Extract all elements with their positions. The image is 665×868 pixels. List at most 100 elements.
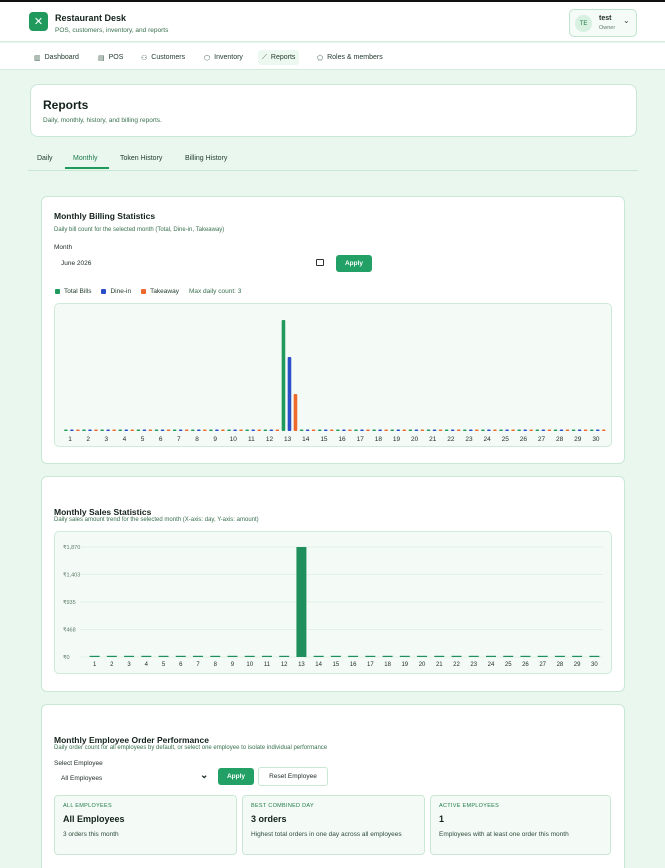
sales-bar bbox=[175, 655, 186, 657]
billing-bar bbox=[559, 429, 564, 431]
x-tick-label: 3 bbox=[127, 662, 131, 668]
x-tick-label: 16 bbox=[350, 662, 357, 668]
x-tick-label: 23 bbox=[465, 436, 473, 443]
billing-bar bbox=[76, 429, 80, 431]
tab-token-history[interactable]: Token History bbox=[120, 155, 162, 162]
employee-select[interactable]: All Employees ⌄ bbox=[55, 770, 213, 786]
x-tick-label: 20 bbox=[419, 662, 426, 668]
user-menu[interactable]: TE test Owner ⌄ bbox=[569, 9, 637, 37]
sales-bar bbox=[296, 547, 307, 657]
x-tick-label: 12 bbox=[266, 436, 274, 443]
legend-swatch bbox=[141, 288, 147, 294]
nav-customers[interactable]: ⚇ Customers bbox=[137, 50, 189, 65]
x-tick-label: 25 bbox=[502, 436, 510, 443]
tab-daily[interactable]: Daily bbox=[37, 155, 53, 162]
billing-bar bbox=[481, 429, 485, 431]
billing-bar bbox=[342, 429, 346, 431]
billing-bar bbox=[535, 429, 540, 431]
billing-bar bbox=[239, 429, 243, 431]
nav-label: Inventory bbox=[214, 54, 243, 61]
legend-label: Dine-in bbox=[110, 287, 132, 295]
billing-bar bbox=[450, 429, 455, 431]
utensils-icon[interactable]: ✕ bbox=[29, 12, 48, 31]
legend-item-takeaway: Takeaway bbox=[141, 288, 179, 295]
x-tick-label: 27 bbox=[539, 662, 546, 668]
sales-bar bbox=[399, 655, 410, 657]
billing-bar bbox=[553, 429, 558, 431]
x-tick-label: 19 bbox=[393, 436, 401, 443]
billing-bar bbox=[178, 429, 183, 431]
x-tick-label: 26 bbox=[520, 436, 528, 443]
billing-bar bbox=[293, 394, 298, 431]
billing-bar bbox=[263, 429, 268, 431]
billing-bar bbox=[227, 429, 231, 431]
employee-apply-button[interactable]: Apply bbox=[218, 768, 254, 785]
billing-bar bbox=[408, 429, 413, 431]
billing-chart: 1 2 3 4 5 6 7 8 9 10 11 12 13 14 15 16 17 18 19 20 21 22 23 24 2… bbox=[54, 303, 612, 447]
billing-bar bbox=[124, 429, 129, 431]
billing-bar bbox=[323, 429, 328, 431]
billing-bar bbox=[166, 429, 171, 431]
billing-bar bbox=[148, 429, 153, 431]
x-tick-label: 22 bbox=[453, 662, 460, 668]
sales-bar bbox=[261, 655, 272, 657]
x-tick-label: 15 bbox=[320, 436, 328, 443]
x-tick-label: 28 bbox=[556, 436, 564, 443]
stat-card-all-employees: ALL EMPLOYEES All Employees 3 orders thi… bbox=[54, 795, 237, 855]
x-tick-label: 13 bbox=[284, 436, 292, 443]
billing-bar bbox=[595, 429, 600, 431]
billing-bar bbox=[317, 429, 322, 431]
x-tick-label: 9 bbox=[231, 662, 235, 668]
billing-bar bbox=[118, 429, 123, 431]
box-icon: ⬡ bbox=[204, 54, 211, 62]
billing-bar bbox=[565, 429, 570, 431]
x-tick-label: 23 bbox=[470, 662, 477, 668]
x-tick-label: 7 bbox=[177, 436, 181, 443]
x-tick-label: 22 bbox=[447, 436, 455, 443]
tab-billing-history[interactable]: Billing History bbox=[185, 155, 227, 162]
sales-bar bbox=[554, 655, 565, 657]
user-name: test bbox=[599, 15, 612, 22]
nav-roles[interactable]: ⬠ Roles & members bbox=[313, 50, 387, 65]
reset-employee-button[interactable]: Reset Employee bbox=[258, 767, 328, 786]
stat-heading: ALL EMPLOYEES bbox=[63, 803, 112, 809]
stat-value: 1 bbox=[439, 814, 445, 824]
nav-dashboard[interactable]: ▥ Dashboard bbox=[30, 50, 83, 65]
billing-bar bbox=[191, 429, 195, 431]
calendar-icon[interactable] bbox=[316, 259, 324, 266]
x-tick-label: 5 bbox=[162, 662, 166, 668]
nav-inventory[interactable]: ⬡ Inventory bbox=[200, 50, 247, 65]
nav-pos[interactable]: ▤ POS bbox=[94, 50, 127, 65]
x-tick-label: 1 bbox=[68, 436, 72, 443]
y-tick-label: ₹935 bbox=[63, 599, 76, 606]
x-tick-label: 29 bbox=[574, 662, 581, 668]
x-tick-label: 16 bbox=[338, 436, 346, 443]
nav-reports[interactable]: ⟋ Reports bbox=[258, 50, 300, 65]
tab-monthly[interactable]: Monthly bbox=[73, 155, 98, 162]
x-tick-label: 27 bbox=[538, 436, 546, 443]
chevron-down-icon: ⌄ bbox=[200, 770, 209, 781]
billing-bar bbox=[348, 429, 352, 431]
app-subtitle: POS, customers, inventory, and reports bbox=[55, 27, 169, 34]
month-input[interactable]: June 2026 bbox=[55, 255, 328, 272]
nav-label: Customers bbox=[151, 54, 186, 61]
x-tick-label: 17 bbox=[357, 436, 365, 443]
billing-bar bbox=[577, 429, 582, 431]
billing-bar bbox=[372, 429, 376, 431]
billing-bar bbox=[88, 429, 92, 431]
sales-bar bbox=[468, 655, 479, 657]
x-tick-label: 12 bbox=[281, 662, 288, 668]
x-tick-label: 13 bbox=[298, 662, 305, 668]
billing-bar bbox=[136, 429, 141, 431]
billing-apply-button[interactable]: Apply bbox=[336, 255, 372, 272]
y-tick-label: ₹1,403 bbox=[63, 572, 80, 579]
sales-bar bbox=[106, 655, 117, 657]
sales-chart-svg: ₹0₹468₹935₹1,403₹1,8701 2 3 4 5 6 7 8 9 10 11 12 13 1… bbox=[63, 544, 603, 668]
billing-bar bbox=[487, 429, 491, 431]
x-tick-label: 11 bbox=[264, 662, 271, 668]
stat-heading: BEST COMBINED DAY bbox=[251, 803, 314, 809]
nav-label: Roles & members bbox=[327, 54, 383, 61]
legend-item-total: Total Bills bbox=[55, 288, 91, 295]
billing-bar bbox=[305, 429, 310, 431]
x-tick-label: 20 bbox=[411, 436, 419, 443]
